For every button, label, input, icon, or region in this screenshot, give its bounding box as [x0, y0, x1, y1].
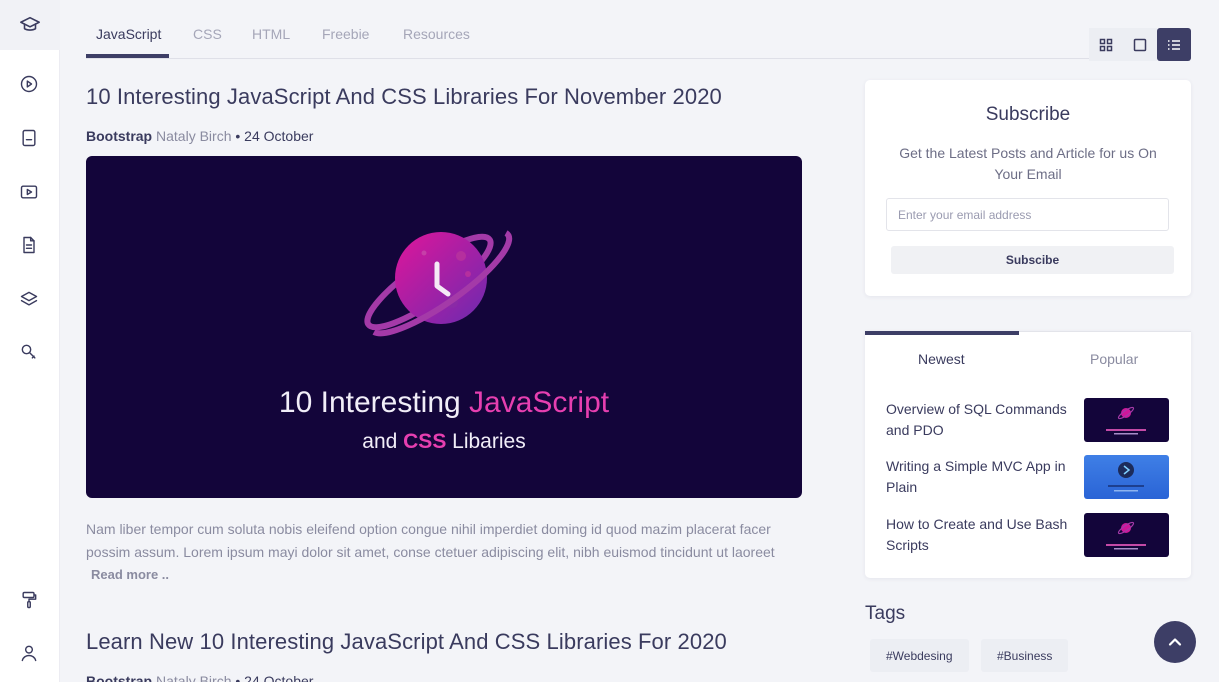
feed-item-title[interactable]: Writing a Simple MVC App in Plain [886, 456, 1076, 498]
tab-html[interactable]: HTML [252, 26, 290, 42]
view-toggle [1089, 28, 1191, 61]
post-meta: Bootstrap Nataly Birch • 24 October [86, 128, 313, 144]
sidebar-item-play[interactable] [18, 73, 40, 95]
post-date: • 24 October [235, 128, 314, 144]
paint-roller-icon [22, 591, 37, 609]
post-meta-2: Bootstrap Nataly Birch • 24 October [86, 673, 313, 682]
feed-item-thumbnail[interactable] [1084, 513, 1169, 557]
feed-tab-divider [1019, 331, 1191, 332]
sidebar-item-design[interactable] [18, 589, 40, 611]
layers-icon [20, 291, 38, 306]
document-icon [23, 236, 35, 254]
subscribe-description: Get the Latest Posts and Article for us … [899, 145, 1157, 182]
list-view-icon [1168, 39, 1180, 50]
active-tab-indicator [86, 54, 169, 58]
tag-chip[interactable]: #Webdesing [870, 639, 969, 672]
tab-popular[interactable]: Popular [1090, 351, 1138, 367]
sidebar-item-book[interactable] [18, 127, 40, 149]
grid-view-icon [1099, 38, 1113, 51]
video-icon [20, 185, 38, 199]
planet-thumbnail-icon [1106, 406, 1146, 435]
feed-active-tab-indicator [865, 331, 1019, 335]
sidebar-item-video[interactable] [18, 181, 40, 203]
tab-newest[interactable]: Newest [918, 351, 965, 367]
graduation-cap-icon [20, 16, 40, 31]
grid-view-button[interactable] [1089, 28, 1123, 61]
post-excerpt: Nam liber tempor cum soluta nobis eleife… [86, 521, 775, 560]
single-view-button[interactable] [1123, 28, 1157, 61]
feed-item-title[interactable]: Overview of SQL Commands and PDO [886, 399, 1076, 441]
subscribe-title: Subscribe [985, 104, 1071, 125]
subscribe-button[interactable]: Subscibe [891, 246, 1174, 274]
tags-title: Tags [865, 603, 906, 624]
post-category[interactable]: Bootstrap [86, 128, 152, 144]
sidebar-item-search[interactable] [18, 341, 40, 363]
planet-thumbnail-icon [1106, 521, 1146, 550]
post-title-2[interactable]: Learn New 10 Interesting JavaScript And … [86, 629, 727, 655]
post-featured-image[interactable]: 10 Interesting JavaScript and CSS Libari… [86, 156, 802, 498]
read-more-link[interactable]: Read more .. [91, 567, 169, 582]
sidebar [0, 0, 60, 682]
search-key-icon [21, 344, 36, 359]
play-circle-icon [20, 75, 38, 93]
post-date-2: • 24 October [235, 673, 314, 682]
chevron-up-icon [1168, 638, 1182, 646]
feed-item-title[interactable]: How to Create and Use Bash Scripts [886, 514, 1076, 556]
single-view-icon [1133, 38, 1147, 51]
code-thumbnail-icon [1108, 462, 1144, 492]
post-category-2[interactable]: Bootstrap [86, 673, 152, 682]
list-view-button[interactable] [1157, 28, 1191, 61]
user-icon [21, 645, 37, 662]
book-icon [22, 129, 36, 147]
tab-css[interactable]: CSS [193, 26, 222, 42]
tag-chip[interactable]: #Business [981, 639, 1069, 672]
tab-resources[interactable]: Resources [403, 26, 470, 42]
sidebar-item-layers[interactable] [18, 288, 40, 310]
post-author[interactable]: Nataly Birch [156, 128, 231, 144]
sidebar-item-document[interactable] [18, 234, 40, 256]
post-author-2[interactable]: Nataly Birch [156, 673, 231, 682]
hero-headline: 10 Interesting JavaScript [278, 386, 610, 419]
category-tabs: JavaScript CSS HTML Freebie Resources [86, 0, 1116, 59]
email-input[interactable] [886, 198, 1169, 231]
tab-freebie[interactable]: Freebie [322, 26, 369, 42]
hero-subheadline: and CSS Libaries [362, 430, 526, 453]
tab-javascript[interactable]: JavaScript [96, 26, 161, 42]
sidebar-logo[interactable] [0, 0, 60, 50]
post-title[interactable]: 10 Interesting JavaScript And CSS Librar… [86, 84, 722, 110]
feed-item-thumbnail[interactable] [1084, 398, 1169, 442]
scroll-to-top-button[interactable] [1154, 621, 1196, 663]
feed-item-thumbnail[interactable] [1084, 455, 1169, 499]
sidebar-item-profile[interactable] [18, 642, 40, 664]
